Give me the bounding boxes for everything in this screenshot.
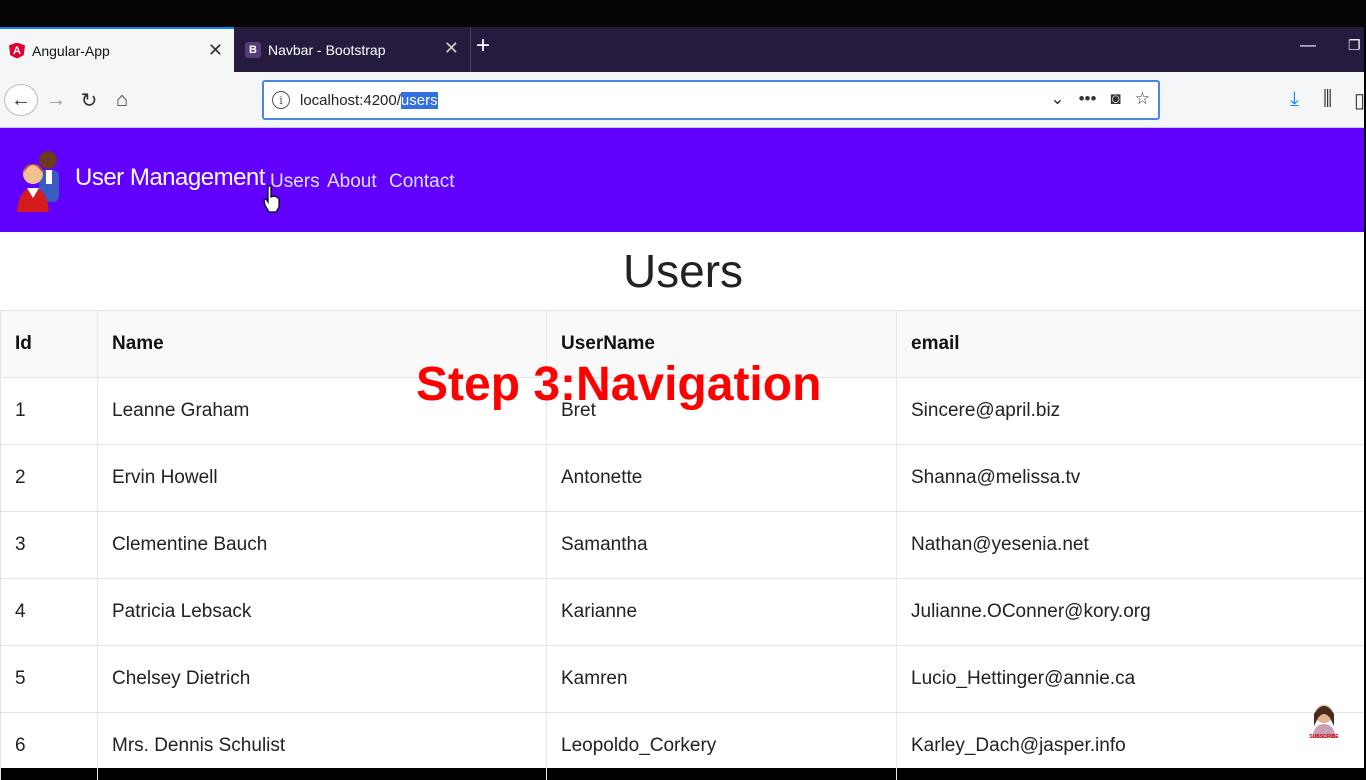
cell-username: Karianne [547, 579, 897, 646]
subscribe-label: SUBSCRIBE [1306, 734, 1342, 740]
new-tab-icon[interactable]: + [476, 34, 490, 58]
forward-icon[interactable]: → [44, 84, 68, 116]
table-row: 2 Ervin Howell Antonette Shanna@melissa.… [1, 445, 1366, 512]
cell-email: Karley_Dach@jasper.info [897, 713, 1366, 780]
table-row: 3 Clementine Bauch Samantha Nathan@yesen… [1, 512, 1366, 579]
column-header-email: email [897, 311, 1366, 378]
star-icon[interactable]: ☆ [1135, 89, 1150, 109]
cell-username: Antonette [547, 445, 897, 512]
angular-icon: A [9, 43, 25, 59]
cell-id: 3 [1, 512, 98, 579]
column-header-id: Id [1, 311, 98, 378]
close-icon[interactable]: ✕ [208, 41, 223, 59]
table-row: 4 Patricia Lebsack Karianne Julianne.OCo… [1, 579, 1366, 646]
cell-name: Mrs. Dennis Schulist [98, 713, 547, 780]
more-icon[interactable]: ••• [1079, 89, 1097, 109]
close-icon[interactable]: ✕ [444, 39, 459, 57]
tab-strip: A Angular-App ✕ B Navbar - Bootstrap ✕ [0, 27, 1366, 72]
cell-name: Clementine Bauch [98, 512, 547, 579]
cell-name: Chelsey Dietrich [98, 646, 547, 713]
cell-id: 6 [1, 713, 98, 780]
tab-navbar-bootstrap[interactable]: B Navbar - Bootstrap ✕ [236, 27, 470, 72]
tab-title: Angular-App [32, 43, 110, 59]
app-brand[interactable]: User Management [75, 164, 265, 192]
table-row: 6 Mrs. Dennis Schulist Leopoldo_Corkery … [1, 713, 1366, 780]
download-icon[interactable]: ⤓ [1290, 88, 1299, 111]
cell-email: Nathan@yesenia.net [897, 512, 1366, 579]
pocket-icon[interactable]: ◙ [1110, 89, 1120, 109]
users-page: Users Id Name UserName email 1 Leanne Gr… [0, 232, 1366, 768]
nav-link-about[interactable]: About [327, 171, 377, 193]
cell-email: Shanna@melissa.tv [897, 445, 1366, 512]
url-path: users [401, 92, 438, 109]
minimize-icon[interactable]: — [1300, 37, 1316, 55]
cell-id: 4 [1, 579, 98, 646]
cell-email: Sincere@april.biz [897, 378, 1366, 445]
cell-id: 1 [1, 378, 98, 445]
cell-email: Julianne.OConner@kory.org [897, 579, 1366, 646]
info-icon[interactable]: i [272, 91, 290, 109]
cell-username: Leopoldo_Corkery [547, 713, 897, 780]
cell-name: Ervin Howell [98, 445, 547, 512]
screen-top-bar [0, 0, 1366, 27]
restore-icon[interactable]: ❐ [1348, 37, 1361, 54]
nav-link-contact[interactable]: Contact [389, 171, 454, 193]
chevron-down-icon[interactable]: ⌄ [1050, 89, 1064, 109]
home-icon[interactable]: ⌂ [110, 84, 134, 116]
reload-icon[interactable]: ↻ [77, 84, 101, 116]
library-icon[interactable]: ⫼ [1323, 88, 1332, 111]
browser-toolbar: ← → ↻ ⌂ i localhost:4200/ users ⌄ ••• ◙ … [0, 72, 1366, 128]
url-bar[interactable]: i localhost:4200/ users ⌄ ••• ◙ ☆ [262, 80, 1160, 120]
tab-title: Navbar - Bootstrap [268, 42, 386, 58]
cell-email: Lucio_Hettinger@annie.ca [897, 646, 1366, 713]
step-overlay-caption: Step 3:Navigation [416, 357, 821, 412]
cell-name: Patricia Lebsack [98, 579, 547, 646]
cell-username: Kamren [547, 646, 897, 713]
users-logo-icon [15, 148, 65, 212]
subscribe-watermark: SUBSCRIBE [1306, 700, 1342, 744]
cell-id: 5 [1, 646, 98, 713]
hand-cursor-icon [263, 185, 281, 213]
url-host: localhost:4200/ [300, 92, 401, 109]
back-icon[interactable]: ← [4, 84, 38, 116]
cell-id: 2 [1, 445, 98, 512]
cell-username: Samantha [547, 512, 897, 579]
table-row: 5 Chelsey Dietrich Kamren Lucio_Hettinge… [1, 646, 1366, 713]
bootstrap-icon: B [245, 42, 261, 58]
app-navbar: User Management Users About Contact [0, 128, 1366, 232]
page-title: Users [0, 244, 1366, 298]
tab-angular-app[interactable]: A Angular-App ✕ [0, 27, 234, 72]
